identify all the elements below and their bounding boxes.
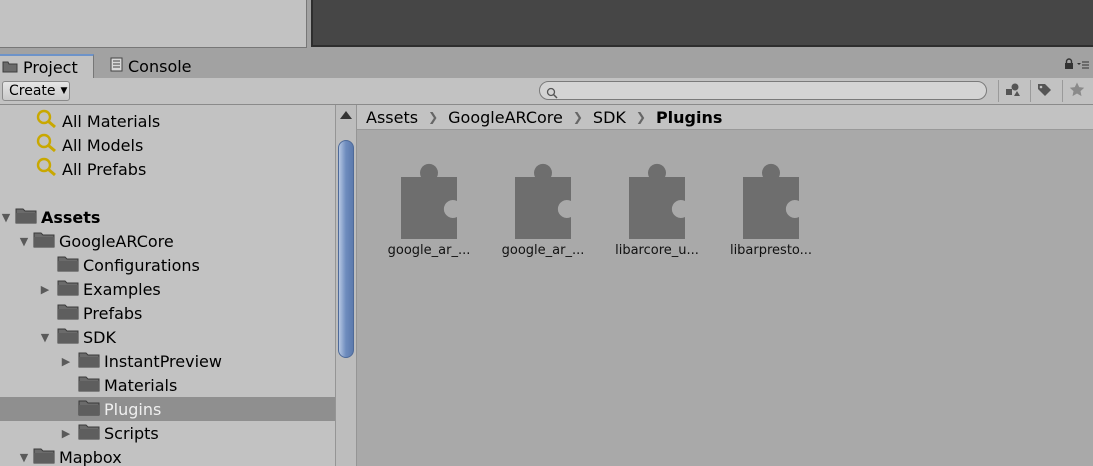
tree-item-instantpreview[interactable]: ▶ InstantPreview <box>0 349 335 373</box>
create-dropdown-button[interactable]: Create ▼ <box>2 81 70 101</box>
breadcrumb-googlearcore[interactable]: GoogleARCore <box>448 108 563 127</box>
favorite-item-all-prefabs[interactable]: All Prefabs <box>0 157 335 181</box>
star-icon <box>1069 82 1085 101</box>
upper-panels-strip <box>0 0 1093 52</box>
tab-console[interactable]: Console <box>108 54 208 78</box>
tree-item-label: Examples <box>83 279 161 299</box>
search-icon <box>36 133 58 157</box>
folder-icon <box>57 279 79 300</box>
tag-icon <box>1037 82 1053 101</box>
folder-icon <box>2 58 18 77</box>
tree-item-prefabs[interactable]: Prefabs <box>0 301 335 325</box>
breadcrumb-sdk[interactable]: SDK <box>593 108 626 127</box>
search-icon <box>36 157 58 181</box>
window-tab-bar: Project Console <box>0 52 1093 79</box>
tab-options-menu[interactable] <box>1064 58 1089 73</box>
plugin-puzzle-icon <box>397 163 461 243</box>
folder-icon <box>15 207 37 228</box>
chevron-right-icon: ❯ <box>428 110 439 124</box>
tree-item-label: Plugins <box>104 399 162 419</box>
tree-item-googlearcore[interactable]: ▼ GoogleARCore <box>0 229 335 253</box>
expand-arrow-icon[interactable]: ▼ <box>18 235 30 248</box>
search-input[interactable] <box>539 81 987 100</box>
scene-view-panel <box>311 0 1093 47</box>
asset-label: libarcore_u... <box>615 243 699 258</box>
folder-icon <box>78 351 100 372</box>
tree-item-plugins[interactable]: Plugins <box>0 397 335 421</box>
tree-item-label: Assets <box>41 207 101 227</box>
tree-item-label: Configurations <box>83 255 200 275</box>
folder-icon <box>78 375 100 396</box>
folder-icon <box>78 423 100 444</box>
search-by-type-button[interactable] <box>998 80 1026 102</box>
tab-console-label: Console <box>128 56 192 76</box>
project-toolbar: Create ▼ <box>0 78 1093 105</box>
asset-item-google-ar-2[interactable]: google_ar_... <box>490 153 596 258</box>
tree-item-label: GoogleARCore <box>59 231 174 251</box>
scrollbar-thumb[interactable] <box>338 140 354 358</box>
tree-item-materials[interactable]: Materials <box>0 373 335 397</box>
tree-item-label: Mapbox <box>59 447 122 466</box>
folder-icon <box>78 399 100 420</box>
plugin-puzzle-icon <box>511 163 575 243</box>
tree-item-label: Scripts <box>104 423 159 443</box>
asset-label: libarpresto... <box>729 243 813 258</box>
scroll-up-arrow-icon[interactable] <box>340 111 352 119</box>
tree-item-label: InstantPreview <box>104 351 222 371</box>
tree-item-examples[interactable]: ▶ Examples <box>0 277 335 301</box>
tree-scrollbar[interactable] <box>335 105 357 466</box>
tree-item-label: SDK <box>83 327 116 347</box>
upper-left-panel <box>0 0 307 48</box>
plugin-puzzle-icon <box>739 163 803 243</box>
tree-item-label: Materials <box>104 375 178 395</box>
favorites-star-button[interactable] <box>1062 80 1090 102</box>
tree-item-label: Prefabs <box>83 303 143 323</box>
chevron-right-icon: ❯ <box>572 110 583 124</box>
breadcrumb: Assets ❯ GoogleARCore ❯ SDK ❯ Plugins <box>357 105 1093 130</box>
tab-project-label: Project <box>23 57 78 77</box>
tree-item-assets[interactable]: ▼ Assets <box>0 205 335 229</box>
console-icon <box>110 57 123 76</box>
menu-icon[interactable] <box>1077 59 1089 73</box>
folder-icon <box>57 303 79 324</box>
plugin-puzzle-icon <box>625 163 689 243</box>
favorite-label: All Prefabs <box>62 159 147 179</box>
collapsed-arrow-icon[interactable]: ▶ <box>60 355 72 368</box>
favorite-label: All Models <box>62 135 144 155</box>
folder-icon <box>57 255 79 276</box>
folder-icon <box>33 447 55 466</box>
breadcrumb-assets[interactable]: Assets <box>366 108 418 127</box>
search-icon <box>36 109 58 133</box>
asset-item-libarcore[interactable]: libarcore_u... <box>604 153 710 258</box>
favorite-label: All Materials <box>62 111 161 131</box>
tree-item-mapbox[interactable]: ▼ Mapbox <box>0 445 335 466</box>
favorite-item-all-models[interactable]: All Models <box>0 133 335 157</box>
asset-item-google-ar-1[interactable]: google_ar_... <box>376 153 482 258</box>
tree-item-sdk[interactable]: ▼ SDK <box>0 325 335 349</box>
expand-arrow-icon[interactable]: ▼ <box>18 451 30 464</box>
favorite-item-all-materials[interactable]: All Materials <box>0 109 335 133</box>
breadcrumb-plugins[interactable]: Plugins <box>656 108 722 127</box>
folder-icon <box>33 231 55 252</box>
chevron-right-icon: ❯ <box>635 110 646 124</box>
asset-browser: Assets ❯ GoogleARCore ❯ SDK ❯ Plugins go… <box>357 105 1093 466</box>
asset-label: google_ar_... <box>501 243 585 258</box>
search-icon <box>546 84 558 103</box>
create-label: Create <box>9 83 56 99</box>
asset-item-libarpresto[interactable]: libarpresto... <box>718 153 824 258</box>
lock-icon[interactable] <box>1064 58 1074 73</box>
asset-label: google_ar_... <box>387 243 471 258</box>
expand-arrow-icon[interactable]: ▼ <box>39 331 51 344</box>
collapsed-arrow-icon[interactable]: ▶ <box>60 427 72 440</box>
tree-item-configurations[interactable]: Configurations <box>0 253 335 277</box>
dropdown-arrow-icon: ▼ <box>60 86 68 96</box>
search-by-label-button[interactable] <box>1030 80 1058 102</box>
folder-icon <box>57 327 79 348</box>
project-folder-tree: All Materials All Models All Prefabs ▼ A… <box>0 105 335 466</box>
shapes-filter-icon <box>1005 82 1021 101</box>
collapsed-arrow-icon[interactable]: ▶ <box>39 283 51 296</box>
tree-item-scripts[interactable]: ▶ Scripts <box>0 421 335 445</box>
tab-project[interactable]: Project <box>0 54 94 78</box>
expand-arrow-icon[interactable]: ▼ <box>0 211 12 224</box>
